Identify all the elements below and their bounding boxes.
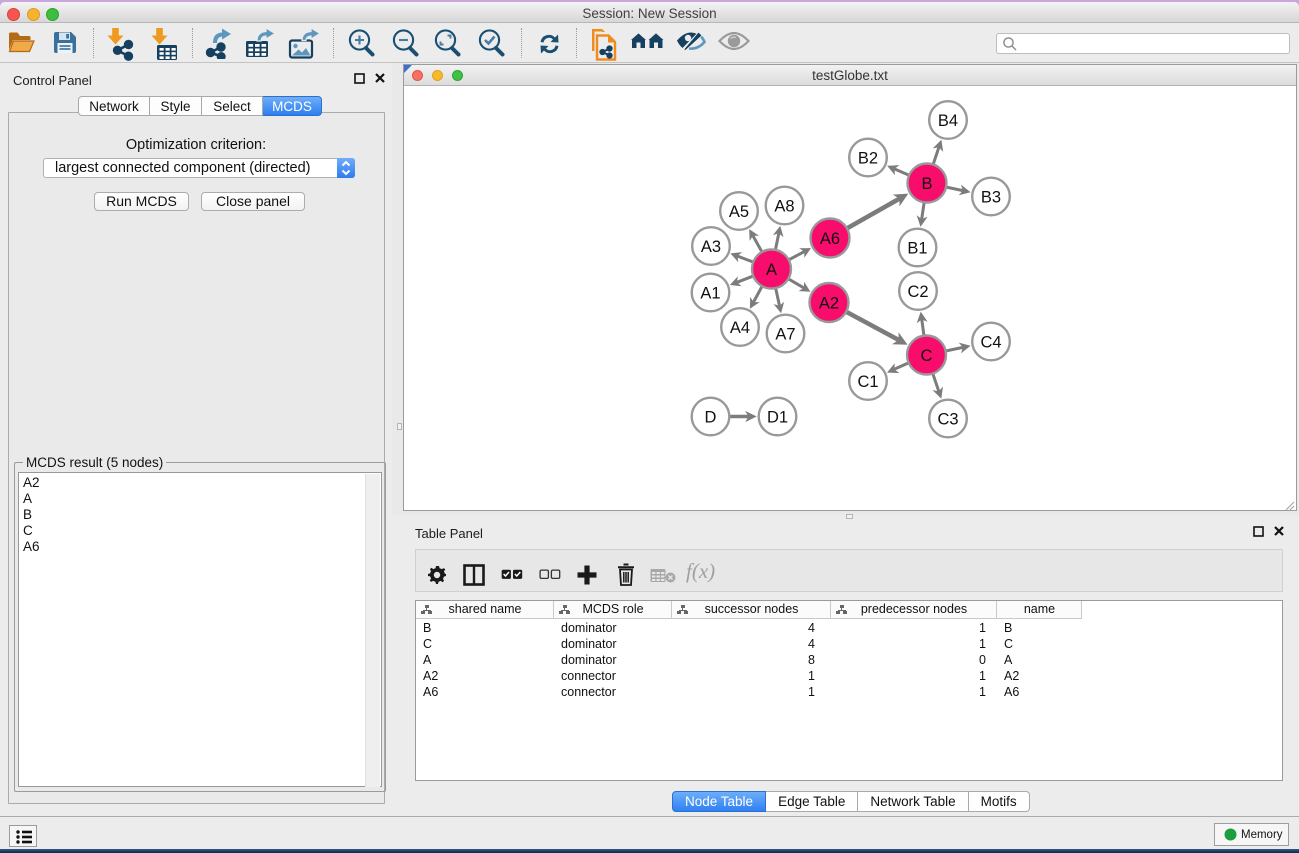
svg-text:C3: C3: [937, 410, 958, 428]
svg-text:C1: C1: [857, 373, 878, 391]
svg-text:B: B: [921, 175, 932, 193]
svg-text:A1: A1: [700, 284, 720, 302]
svg-text:D1: D1: [767, 408, 788, 426]
svg-text:A2: A2: [819, 294, 839, 312]
svg-text:B2: B2: [858, 149, 878, 167]
svg-text:B4: B4: [938, 112, 958, 130]
svg-text:A7: A7: [775, 325, 795, 343]
svg-text:B1: B1: [907, 239, 927, 257]
svg-text:D: D: [705, 408, 717, 426]
svg-text:C2: C2: [907, 283, 928, 301]
svg-text:A4: A4: [730, 319, 750, 337]
svg-text:A8: A8: [774, 197, 794, 215]
svg-text:B3: B3: [981, 188, 1001, 206]
svg-text:C: C: [921, 347, 933, 365]
svg-text:C4: C4: [980, 333, 1001, 351]
svg-text:A: A: [766, 261, 777, 279]
svg-text:A3: A3: [701, 238, 721, 256]
svg-text:A5: A5: [729, 203, 749, 221]
svg-text:A6: A6: [820, 230, 840, 248]
